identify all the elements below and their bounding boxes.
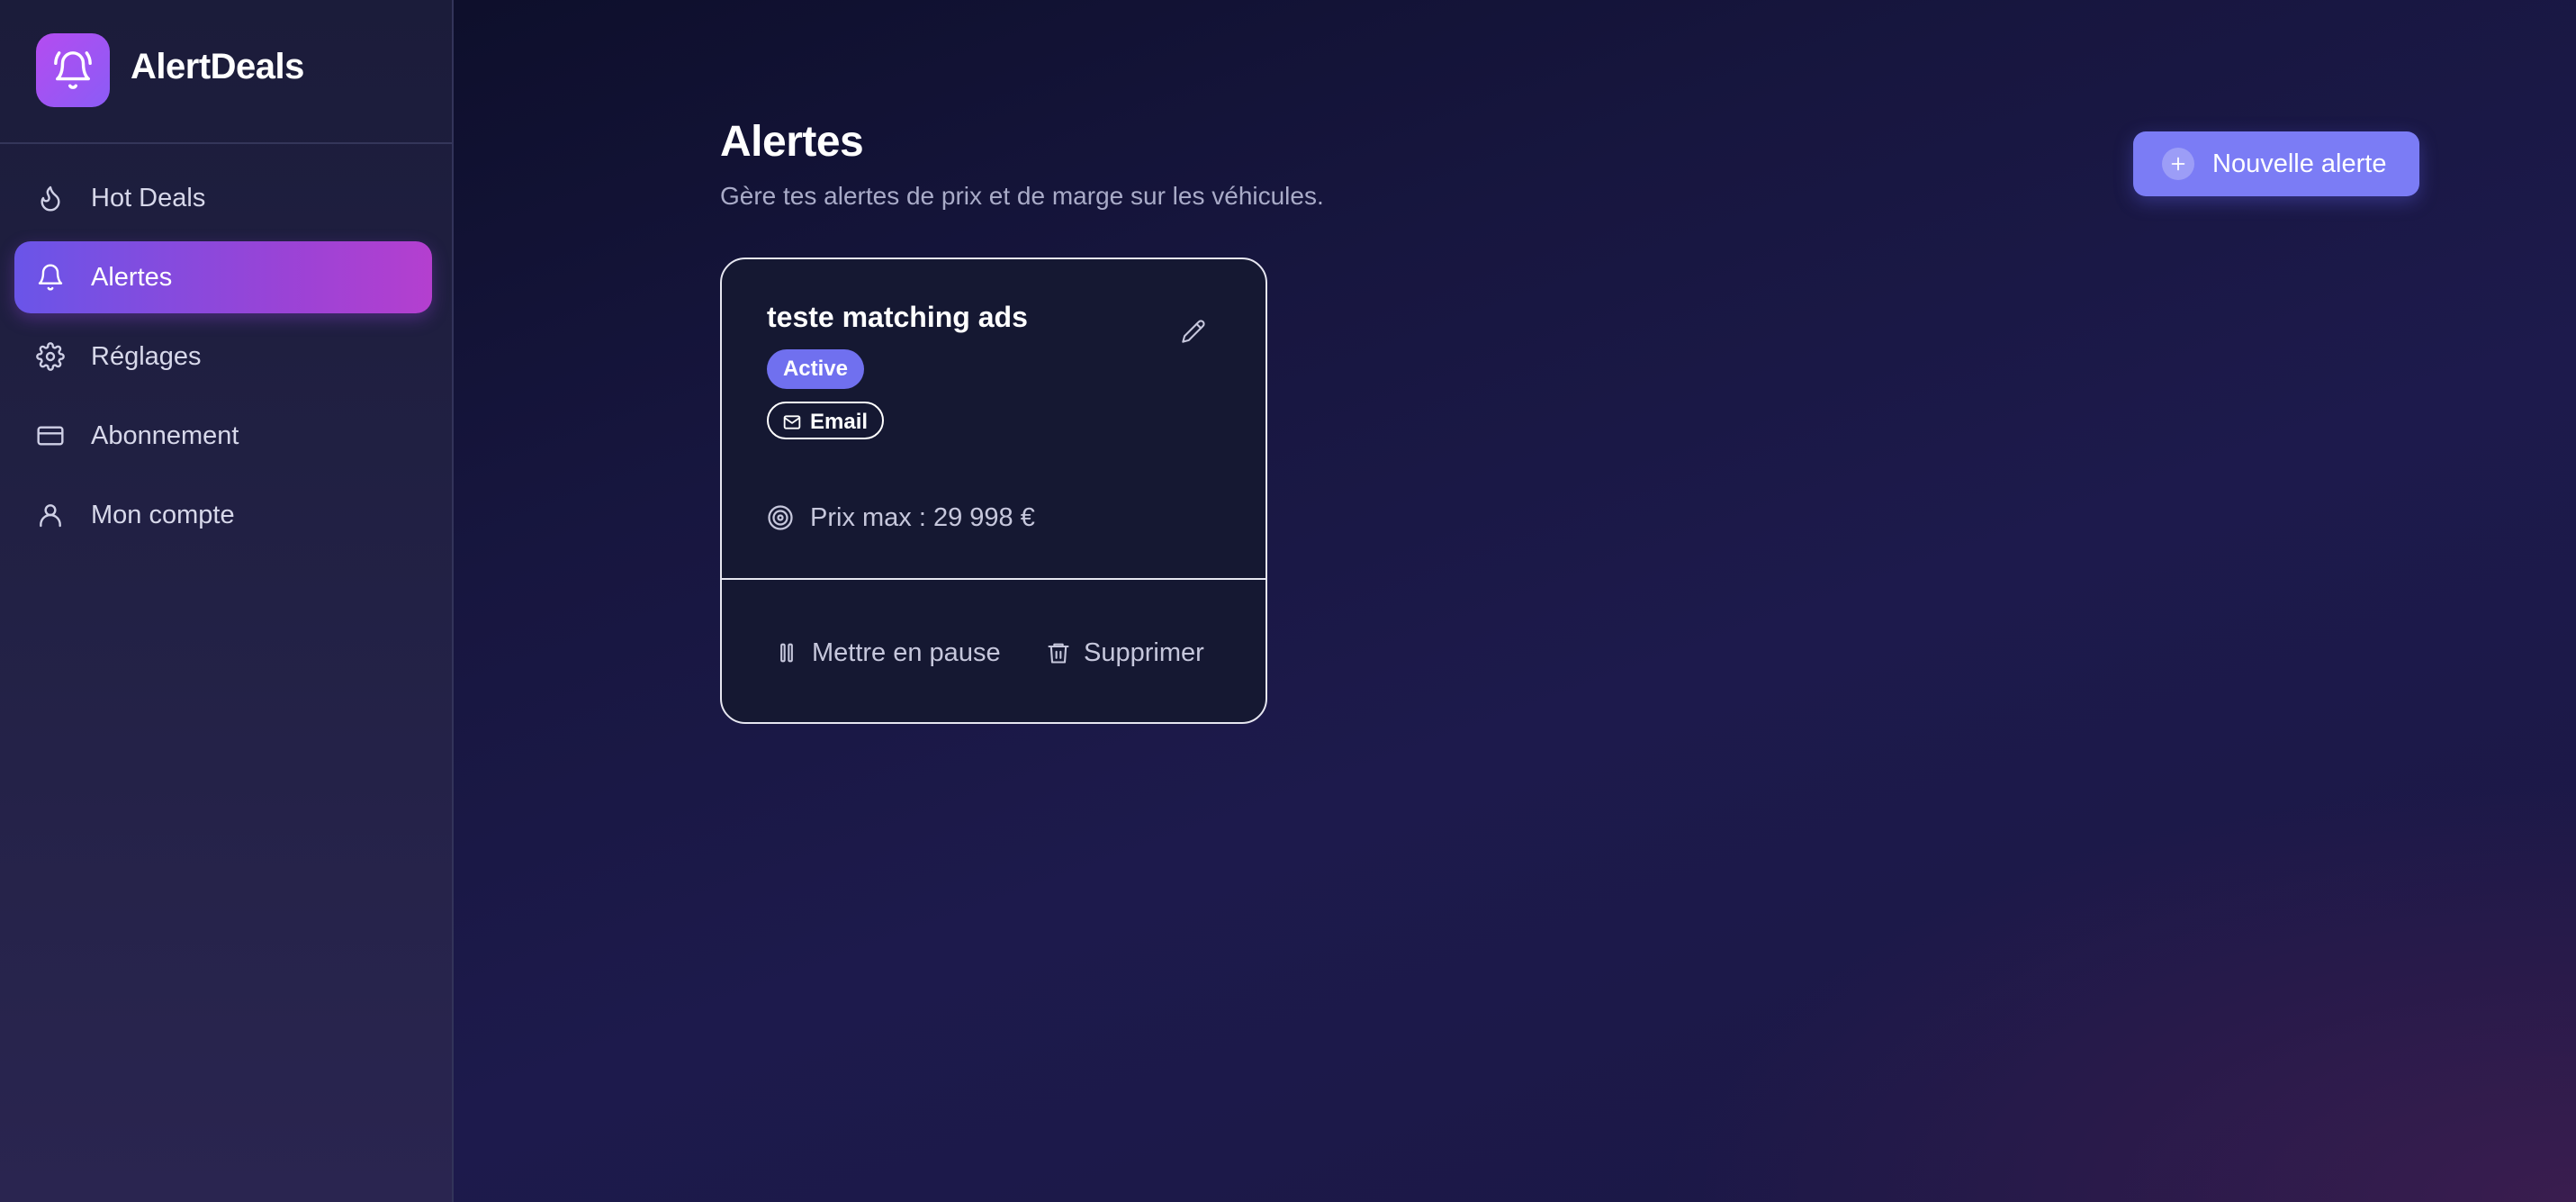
flame-icon (36, 184, 65, 212)
app-name: AlertDeals (131, 47, 304, 86)
channel-label: Email (810, 410, 869, 434)
user-icon (36, 501, 65, 529)
bell-icon (36, 263, 65, 292)
alert-title: teste matching ads (767, 301, 1028, 333)
plus-icon (2162, 148, 2194, 180)
pause-label: Mettre en pause (812, 638, 1001, 667)
pause-icon (774, 640, 799, 665)
channel-badge: Email (767, 402, 884, 439)
target-icon (767, 504, 794, 531)
credit-card-icon (36, 421, 65, 450)
sidebar-item-hot-deals[interactable]: Hot Deals (14, 162, 432, 234)
sidebar-item-abonnement[interactable]: Abonnement (14, 400, 432, 472)
status-badge: Active (767, 349, 864, 389)
card-divider (722, 578, 1265, 580)
delete-label: Supprimer (1084, 638, 1204, 667)
sidebar-item-label: Hot Deals (91, 184, 206, 212)
bell-logo-icon[interactable] (36, 33, 110, 107)
sidebar-item-reglages[interactable]: Réglages (14, 321, 432, 393)
pencil-icon (1181, 319, 1206, 348)
page-title: Alertes (720, 118, 864, 166)
sidebar-item-label: Mon compte (91, 501, 235, 529)
delete-button[interactable]: Supprimer (1046, 636, 1244, 672)
sidebar-nav: Hot Deals Alertes Réglages Abonnement Mo… (14, 162, 432, 558)
sidebar-item-label: Abonnement (91, 421, 239, 450)
sidebar-item-mon-compte[interactable]: Mon compte (14, 479, 432, 551)
pause-button[interactable]: Mettre en pause (774, 636, 1008, 672)
sidebar-item-label: Réglages (91, 342, 202, 371)
new-alert-button[interactable]: Nouvelle alerte (2133, 131, 2419, 196)
trash-icon (1046, 640, 1071, 665)
sidebar: AlertDeals Hot Deals Alertes Réglages Ab… (0, 0, 454, 1202)
brand-header: AlertDeals (0, 0, 452, 144)
mail-icon (783, 412, 801, 430)
price-label: Prix max : 29 998 € (810, 503, 1035, 532)
alert-card: teste matching ads Active Email Prix max (720, 258, 1267, 724)
new-alert-label: Nouvelle alerte (2212, 149, 2387, 178)
gear-icon (36, 342, 65, 371)
price-criteria: Prix max : 29 998 € (767, 501, 1217, 537)
sidebar-item-label: Alertes (91, 263, 173, 292)
sidebar-item-alertes[interactable]: Alertes (14, 241, 432, 313)
page-subtitle: Gère tes alertes de prix et de marge sur… (720, 182, 1324, 210)
edit-button[interactable] (1177, 317, 1210, 349)
